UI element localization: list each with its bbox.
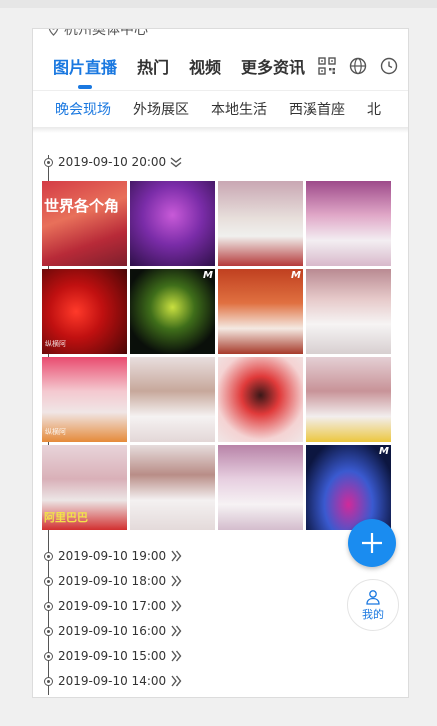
timeline-dot [44, 652, 53, 661]
photo-thumbnail[interactable]: M [130, 269, 215, 354]
timeline-time: 2019-09-10 19:00 [58, 549, 167, 563]
mine-button[interactable]: 我的 [347, 579, 399, 631]
photo-overlay-text: 阿里巴巴 [44, 511, 88, 524]
tab-more-news[interactable]: 更多资讯 [241, 54, 305, 78]
chevron-right-icon[interactable] [169, 649, 183, 663]
sub-tabs: 晚会现场 外场展区 本地生活 西溪首座 北 [33, 90, 408, 128]
photo-watermark: 纵横阿 [45, 428, 66, 436]
photo-overlay-text: 世界各个角 [44, 197, 120, 215]
timeline-dot [44, 602, 53, 611]
photo-logo-mark: M [379, 446, 389, 457]
location-bar[interactable]: 杭州奥体中心 [47, 28, 148, 39]
photo-thumbnail[interactable] [218, 357, 303, 442]
timeline-time: 2019-09-10 20:00 [58, 155, 167, 169]
timeline-dot [44, 552, 53, 561]
tab-hot[interactable]: 热门 [137, 54, 169, 78]
timeline-time: 2019-09-10 17:00 [58, 599, 167, 613]
timeline-time: 2019-09-10 14:00 [58, 674, 167, 688]
tab-photo-live[interactable]: 图片直播 [53, 54, 117, 89]
main-tabs: 图片直播 热门 视频 更多资讯 [33, 43, 408, 89]
clock-icon[interactable] [377, 54, 401, 78]
timeline-time: 2019-09-10 16:00 [58, 624, 167, 638]
photo-logo-mark: M [291, 270, 301, 281]
globe-icon[interactable] [346, 54, 370, 78]
timeline-dot [44, 677, 53, 686]
location-pin-icon [49, 29, 58, 36]
photo-thumbnail[interactable]: 纵横阿 [42, 269, 127, 354]
chevron-right-icon[interactable] [169, 674, 183, 688]
chevron-right-icon[interactable] [169, 574, 183, 588]
photo-thumbnail[interactable] [130, 181, 215, 266]
photo-thumbnail[interactable] [130, 357, 215, 442]
photo-thumbnail[interactable]: M [218, 269, 303, 354]
photo-grid: 世界各个角 纵横阿 M M 纵横阿 阿里巴巴 M [42, 181, 392, 530]
subtab-north[interactable]: 北 [367, 99, 381, 119]
top-strip [0, 0, 437, 8]
chevron-right-icon[interactable] [169, 599, 183, 613]
photo-watermark: 纵横阿 [45, 340, 66, 348]
subtab-shadow [33, 127, 408, 133]
tab-video[interactable]: 视频 [189, 54, 221, 78]
photo-thumbnail[interactable]: 阿里巴巴 [42, 445, 127, 530]
user-icon [366, 589, 380, 605]
timeline-dot [44, 577, 53, 586]
timeline-dot [44, 158, 53, 167]
chevron-down-icon[interactable] [169, 155, 183, 169]
photo-thumbnail[interactable] [218, 445, 303, 530]
subtab-local-life[interactable]: 本地生活 [211, 99, 267, 119]
location-text: 杭州奥体中心 [64, 28, 148, 38]
subtab-xixi[interactable]: 西溪首座 [289, 99, 345, 119]
plus-icon [362, 533, 382, 553]
photo-thumbnail[interactable] [306, 357, 391, 442]
mine-label: 我的 [362, 607, 384, 621]
subtab-outdoor-exhibit[interactable]: 外场展区 [133, 99, 189, 119]
qr-code-icon[interactable] [315, 54, 339, 78]
photo-thumbnail[interactable] [306, 269, 391, 354]
photo-thumbnail[interactable] [218, 181, 303, 266]
chevron-right-icon[interactable] [169, 624, 183, 638]
photo-logo-mark: M [203, 270, 213, 281]
photo-thumbnail[interactable]: 纵横阿 [42, 357, 127, 442]
photo-thumbnail[interactable]: 世界各个角 [42, 181, 127, 266]
photo-thumbnail[interactable]: M [306, 445, 391, 530]
chevron-right-icon[interactable] [169, 549, 183, 563]
tab-icon-group [311, 43, 408, 89]
timeline-time: 2019-09-10 15:00 [58, 649, 167, 663]
photo-thumbnail[interactable] [306, 181, 391, 266]
timeline-dot [44, 627, 53, 636]
add-button[interactable] [348, 519, 396, 567]
timeline-time: 2019-09-10 18:00 [58, 574, 167, 588]
photo-thumbnail[interactable] [130, 445, 215, 530]
subtab-gala-live[interactable]: 晚会现场 [55, 99, 111, 119]
